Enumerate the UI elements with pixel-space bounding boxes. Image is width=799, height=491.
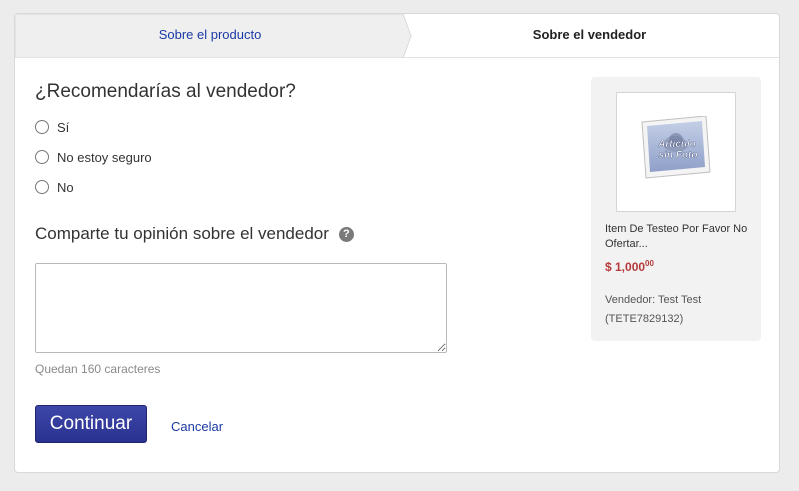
opinion-textarea[interactable] xyxy=(35,263,447,353)
option-no-label: No xyxy=(57,179,74,195)
option-yes-label: Sí xyxy=(57,119,70,135)
option-not-sure-label: No estoy seguro xyxy=(57,149,152,165)
item-thumbnail[interactable]: Artículo sin Foto xyxy=(616,92,736,212)
option-not-sure[interactable]: No estoy seguro xyxy=(35,147,152,167)
continue-button[interactable]: Continuar xyxy=(35,405,147,443)
option-yes[interactable]: Sí xyxy=(35,117,69,137)
opinion-heading: Comparte tu opinión sobre el vendedor ? xyxy=(35,224,354,244)
chars-remaining: Quedan 160 caracteres xyxy=(35,362,161,376)
tab-seller[interactable]: Sobre el vendedor xyxy=(415,14,764,58)
seller-info: Vendedor: Test Test (TETE7829132) xyxy=(605,291,701,329)
item-card: Artículo sin Foto Item De Testeo Por Fav… xyxy=(591,77,761,341)
seller-name: Vendedor: Test Test xyxy=(605,294,702,306)
help-icon[interactable]: ? xyxy=(338,226,354,242)
radio-yes[interactable] xyxy=(35,120,49,134)
price-main: $ 1,000 xyxy=(605,260,646,274)
no-photo-text-2: sin Foto xyxy=(659,150,698,161)
price-cents: 00 xyxy=(645,259,654,268)
radio-not-sure[interactable] xyxy=(35,150,49,164)
seller-id: (TETE7829132) xyxy=(605,313,684,325)
opinion-label: Comparte tu opinión sobre el vendedor xyxy=(35,224,329,243)
cancel-link[interactable]: Cancelar xyxy=(171,419,223,434)
option-no[interactable]: No xyxy=(35,177,74,197)
item-price: $ 1,00000 xyxy=(605,259,654,274)
no-photo-text-1: Artículo xyxy=(657,139,696,150)
radio-no[interactable] xyxy=(35,180,49,194)
item-title[interactable]: Item De Testeo Por Favor No Ofertar... xyxy=(605,222,755,252)
no-photo-icon: Artículo sin Foto xyxy=(641,116,711,179)
feedback-panel: Sobre el producto Sobre el vendedor ¿Rec… xyxy=(14,13,780,473)
step-tabs: Sobre el producto Sobre el vendedor xyxy=(15,14,779,58)
recommend-question: ¿Recomendarías al vendedor? xyxy=(35,81,296,102)
tab-product[interactable]: Sobre el producto xyxy=(15,14,405,58)
